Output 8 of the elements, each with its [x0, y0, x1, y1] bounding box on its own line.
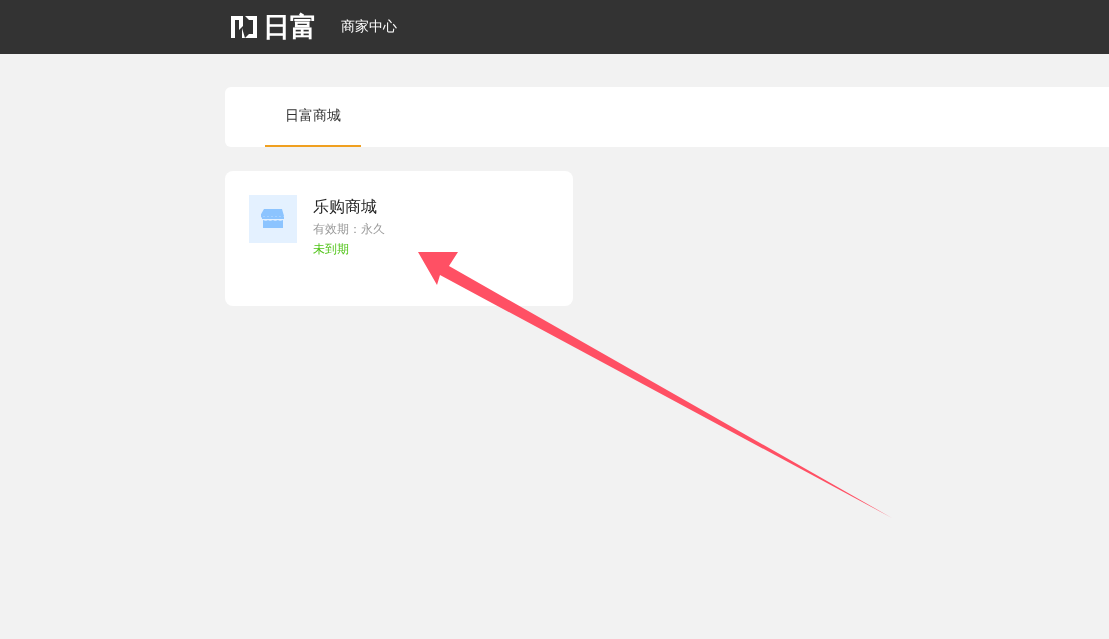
status-text: 未到期 [313, 241, 350, 258]
store-icon [261, 208, 285, 230]
tab[interactable]: 日富商城 [265, 87, 361, 147]
nav-link[interactable]: 商家中心 [341, 18, 397, 36]
validity-text: 有效期：永久 [313, 221, 385, 238]
store-card[interactable]: 乐购商城 有效期：永久 未到期 [225, 171, 573, 306]
logo-text: 日富 [263, 10, 317, 44]
store-name: 乐购商城 [313, 197, 378, 218]
